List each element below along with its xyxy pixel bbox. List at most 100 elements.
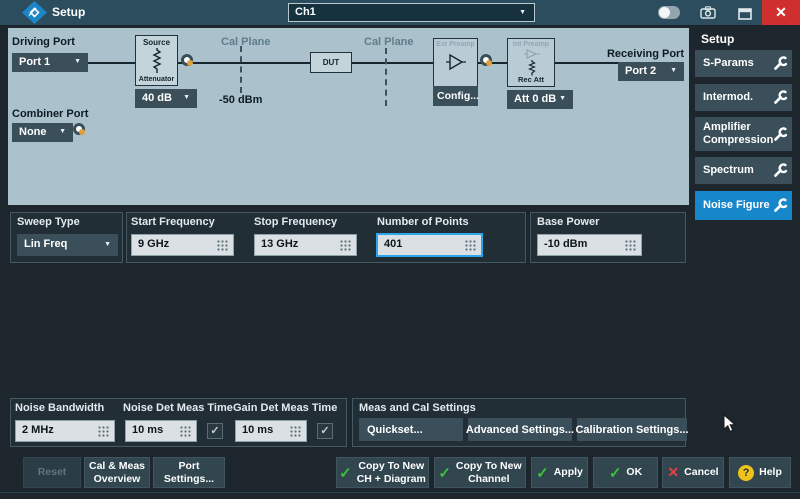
- ok-button[interactable]: ✓ OK: [593, 457, 658, 488]
- calibration-settings-button-label: Calibration Settings...: [575, 424, 688, 436]
- titlebar: Setup Ch1 ▼ ✕: [0, 0, 800, 25]
- number-of-points-input[interactable]: 401: [376, 233, 483, 257]
- start-frequency-value: 9 GHz: [138, 238, 169, 250]
- question-icon: ?: [738, 465, 754, 481]
- advanced-settings-button[interactable]: Advanced Settings...: [468, 418, 572, 441]
- combiner-connector-icon: [73, 123, 85, 135]
- chevron-down-icon: ▼: [183, 94, 190, 101]
- wrench-icon: [773, 56, 788, 71]
- int-preamp-block: Int Preamp Rec Att: [507, 38, 555, 87]
- source-attenuation-value: 40 dB: [142, 92, 172, 104]
- sidebar-item-spectrum[interactable]: Spectrum: [695, 157, 792, 184]
- keypad-icon: [98, 426, 109, 437]
- driving-port-select[interactable]: Port 1 ▼: [12, 53, 88, 72]
- keypad-icon: [340, 240, 351, 251]
- copy-to-new-ch-diagram-button[interactable]: ✓ Copy To New CH + Diagram: [336, 457, 429, 488]
- sidebar-item-label: Spectrum: [703, 164, 773, 177]
- keypad-icon: [465, 240, 476, 251]
- resistor-icon: [528, 60, 536, 76]
- wrench-icon: [773, 127, 788, 142]
- signal-line: [352, 62, 433, 64]
- combiner-port-label: Combiner Port: [12, 108, 88, 120]
- gain-det-meas-time-checkbox[interactable]: ✓: [317, 423, 333, 439]
- port-settings-button[interactable]: Port Settings...: [153, 457, 225, 488]
- advanced-settings-button-label: Advanced Settings...: [466, 424, 574, 436]
- copy-to-new-channel-button[interactable]: ✓ Copy To New Channel: [434, 457, 526, 488]
- check-icon: ✓: [339, 464, 352, 482]
- sweep-type-panel: Sweep Type Lin Freq ▼: [10, 212, 123, 263]
- label-line: Copy To New: [456, 460, 522, 472]
- source-attenuation-select[interactable]: 40 dB ▼: [135, 89, 197, 108]
- combiner-port-select[interactable]: None ▼: [12, 123, 73, 142]
- receiver-attenuation-select[interactable]: Att 0 dB ▼: [507, 90, 573, 109]
- label-line: Copy To New: [357, 460, 426, 472]
- dut-block: DUT: [310, 52, 352, 73]
- display-toggle-icon[interactable]: [658, 6, 680, 19]
- sidebar-item-amplifier-compression[interactable]: Amplifier Compression: [695, 117, 792, 151]
- noise-det-meas-time-input[interactable]: 10 ms: [125, 420, 197, 442]
- quickset-button[interactable]: Quickset...: [359, 418, 463, 441]
- chevron-down-icon: ▼: [519, 9, 526, 16]
- gain-det-meas-time-label: Gain Det Meas Time: [233, 402, 337, 414]
- signal-line: [88, 62, 135, 64]
- receiving-port-select[interactable]: Port 2 ▼: [618, 62, 684, 81]
- ext-preamp-label: Ext Preamp: [434, 41, 477, 48]
- meas-cal-settings-panel: Meas and Cal Settings Quickset... Advanc…: [352, 398, 686, 447]
- sidebar-item-intermod[interactable]: Intermod.: [695, 84, 792, 111]
- sidebar-item-label: S-Params: [703, 57, 773, 70]
- help-button-label: Help: [759, 466, 782, 478]
- cal-plane-level: -50 dBm: [219, 94, 262, 106]
- noise-bandwidth-label: Noise Bandwidth: [15, 402, 104, 414]
- label-line: Channel: [456, 473, 522, 485]
- channel-select[interactable]: Ch1 ▼: [288, 3, 535, 22]
- apply-button-label: Apply: [554, 466, 583, 478]
- base-power-input[interactable]: -10 dBm: [537, 234, 642, 256]
- cal-meas-overview-label: Cal & Meas Overview: [89, 460, 145, 484]
- receiving-port-value: Port 2: [625, 65, 656, 77]
- close-button[interactable]: ✕: [762, 0, 800, 25]
- driving-port-value: Port 1: [19, 56, 50, 68]
- cross-icon: ✕: [667, 464, 679, 481]
- apply-button[interactable]: ✓ Apply: [531, 457, 588, 488]
- noise-settings-panel: Noise Bandwidth 2 MHz Noise Det Meas Tim…: [10, 398, 347, 447]
- screenshot-camera-icon[interactable]: [700, 6, 716, 24]
- dut-label: DUT: [323, 58, 339, 67]
- sweep-type-select[interactable]: Lin Freq ▼: [17, 234, 118, 256]
- cal-meas-overview-button[interactable]: Cal & Meas Overview: [84, 457, 150, 488]
- ext-preamp-config-button[interactable]: Config...: [433, 86, 478, 106]
- base-power-label: Base Power: [537, 216, 599, 228]
- check-icon: ✓: [609, 464, 622, 482]
- reset-button-label: Reset: [38, 466, 67, 478]
- receiver-attenuation-value: Att 0 dB: [514, 93, 556, 105]
- cal-plane-left-label: Cal Plane: [221, 36, 271, 48]
- sidebar-item-s-params[interactable]: S-Params: [695, 50, 792, 77]
- noise-bandwidth-input[interactable]: 2 MHz: [15, 420, 115, 442]
- cancel-button-label: Cancel: [684, 466, 718, 478]
- label-line: Settings...: [164, 473, 214, 485]
- calibration-settings-button[interactable]: Calibration Settings...: [577, 418, 687, 441]
- stop-frequency-input[interactable]: 13 GHz: [254, 234, 357, 256]
- signal-line: [178, 62, 310, 64]
- gain-det-meas-time-input[interactable]: 10 ms: [235, 420, 307, 442]
- sweep-type-value: Lin Freq: [24, 238, 67, 250]
- sidebar-item-noise-figure[interactable]: Noise Figure: [695, 191, 792, 220]
- wrench-icon: [773, 198, 788, 213]
- label-line: Cal & Meas: [89, 460, 145, 472]
- rs-logo-icon: [22, 1, 47, 29]
- maximize-icon[interactable]: [738, 7, 752, 25]
- attenuator-label: Attenuator: [136, 76, 177, 83]
- copy-channel-label: Copy To New Channel: [456, 460, 522, 484]
- sidebar-item-label: Amplifier Compression: [703, 121, 773, 147]
- noise-det-meas-time-label: Noise Det Meas Time: [123, 402, 233, 414]
- signal-line: [555, 62, 618, 64]
- check-icon: ✓: [438, 464, 451, 482]
- base-power-value: -10 dBm: [544, 238, 587, 250]
- port-settings-label: Port Settings...: [164, 460, 214, 484]
- dialog-bottom-edge: [0, 492, 800, 493]
- schematic-panel: Driving Port Port 1 ▼ Combiner Port None…: [8, 28, 689, 205]
- cancel-button[interactable]: ✕ Cancel: [662, 457, 724, 488]
- start-frequency-input[interactable]: 9 GHz: [131, 234, 234, 256]
- help-button[interactable]: ? Help: [729, 457, 791, 488]
- noise-det-meas-time-checkbox[interactable]: ✓: [207, 423, 223, 439]
- reset-button[interactable]: Reset: [23, 457, 81, 488]
